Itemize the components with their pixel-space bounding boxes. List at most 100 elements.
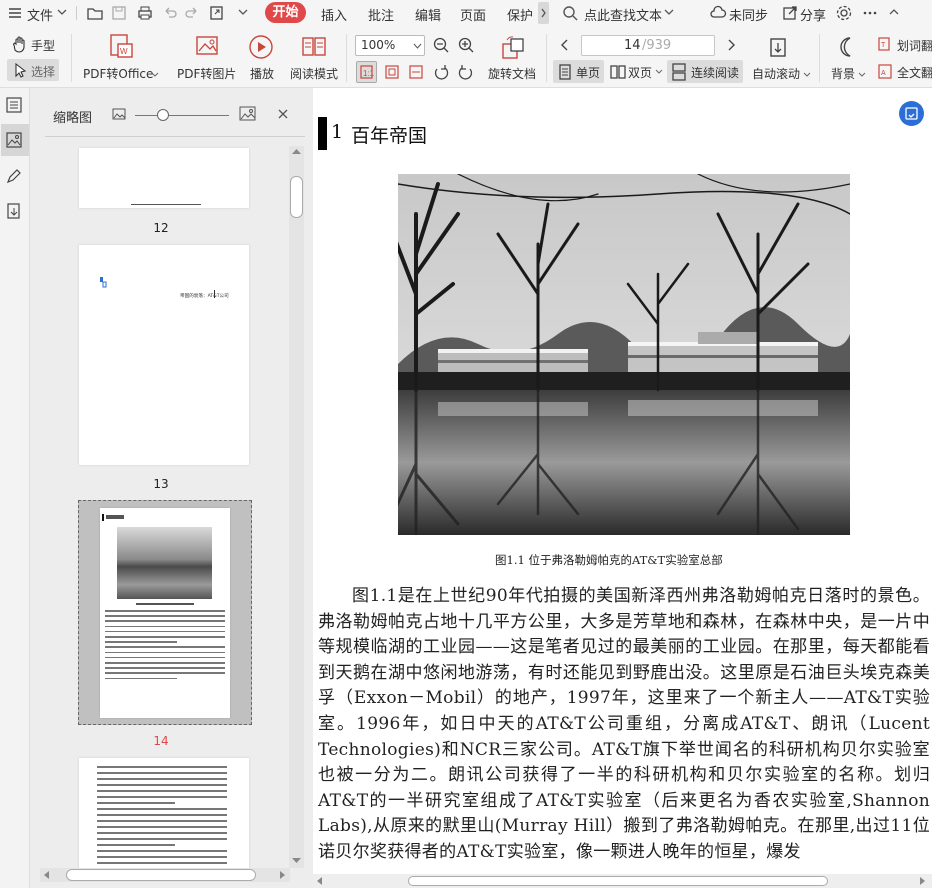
more-tabs-button[interactable] (538, 2, 549, 24)
open-folder-icon[interactable] (86, 4, 104, 22)
large-image-icon[interactable] (239, 106, 256, 122)
chevron-down-icon[interactable] (237, 6, 249, 18)
scrollbar-thumb[interactable] (408, 876, 828, 886)
continuous-reading-button[interactable]: 连续阅读 (667, 60, 743, 83)
outline-icon[interactable] (5, 96, 23, 114)
translate-full-icon[interactable]: A (877, 63, 895, 81)
single-page-button[interactable]: 单页 (553, 60, 604, 83)
undo-icon[interactable] (161, 4, 179, 22)
auto-scroll-button[interactable]: 自动滚动 (752, 65, 800, 82)
sync-status[interactable]: 未同步 (729, 5, 768, 24)
page-thumbnail-12[interactable] (79, 148, 249, 208)
translate-word-button[interactable]: 划词翻 (897, 37, 932, 54)
chevron-down-icon[interactable] (803, 72, 811, 78)
double-page-icon[interactable] (609, 63, 627, 81)
small-image-icon[interactable] (112, 107, 126, 121)
moon-icon[interactable] (834, 34, 860, 60)
scroll-right-arrow-icon[interactable] (280, 871, 286, 879)
translate-full-button[interactable]: 全文翻 (897, 64, 932, 81)
select-tool-button[interactable]: 选择 (7, 59, 59, 81)
tab-protect[interactable]: 保护 (507, 5, 533, 24)
document-view[interactable]: 1 百年帝国 图1.1 位于弗洛勒姆帕克的AT&T实验室总部 图1.1是在上世纪… (313, 88, 932, 888)
rotate-right-icon[interactable] (457, 63, 475, 81)
double-page-button[interactable]: 双页 (628, 64, 652, 81)
page-thumbnail-15[interactable] (79, 758, 249, 873)
share-button[interactable]: 分享 (800, 5, 826, 24)
scroll-left-arrow-icon[interactable] (43, 871, 49, 879)
scroll-down-arrow-icon[interactable] (292, 858, 301, 864)
tab-page[interactable]: 页面 (460, 5, 486, 24)
file-menu[interactable]: 文件 (27, 5, 53, 24)
floating-tool-button[interactable] (899, 101, 924, 126)
scrollbar-thumb[interactable] (66, 869, 256, 881)
extract-page-icon[interactable] (5, 202, 23, 220)
scrollbar-thumb[interactable] (290, 176, 303, 218)
chevron-right-icon (541, 8, 546, 18)
save-icon[interactable] (110, 4, 128, 22)
rotate-document-button[interactable]: 旋转文档 (488, 65, 536, 82)
thumbnail-panel-toggle[interactable] (1, 124, 29, 156)
translate-word-icon[interactable]: T (877, 36, 895, 54)
tab-edit[interactable]: 编辑 (415, 5, 441, 24)
rotate-document-icon[interactable] (499, 34, 527, 62)
print-icon[interactable] (136, 4, 154, 22)
auto-scroll-icon[interactable] (765, 34, 791, 60)
pdf-to-office-button[interactable]: PDF转Office (83, 65, 153, 82)
read-mode-button[interactable]: 阅读模式 (290, 65, 338, 82)
scroll-up-arrow-icon[interactable] (292, 148, 301, 154)
search-text-button[interactable]: 点此查找文本 (584, 5, 662, 24)
scroll-right-arrow-icon[interactable] (920, 877, 926, 885)
search-icon[interactable] (561, 4, 579, 22)
scroll-left-arrow-icon[interactable] (316, 877, 322, 885)
play-icon[interactable] (248, 34, 274, 60)
settings-icon[interactable] (835, 4, 853, 22)
fit-width-icon[interactable] (407, 63, 425, 81)
read-mode-icon[interactable] (300, 34, 328, 60)
previous-page-icon[interactable] (556, 36, 574, 54)
zoom-in-icon[interactable] (457, 36, 475, 54)
chevron-down-icon[interactable] (56, 6, 68, 18)
cloud-sync-icon[interactable] (709, 4, 727, 22)
zoom-level-select[interactable]: 100% (355, 35, 425, 56)
hand-tool-icon[interactable] (11, 35, 29, 53)
pdf-to-image-icon[interactable] (193, 32, 221, 60)
document-horizontal-scrollbar[interactable] (313, 874, 932, 888)
redo-icon[interactable] (183, 4, 201, 22)
next-page-icon[interactable] (722, 36, 740, 54)
rotate-left-icon[interactable] (432, 63, 450, 81)
page-thumbnail-13[interactable]: 帝国的衰落：AT&T公司 (79, 245, 249, 465)
thumbnail-vertical-scrollbar[interactable] (289, 146, 304, 868)
background-button[interactable]: 背景 (831, 65, 855, 82)
pdf-to-image-button[interactable]: PDF转图片 (177, 65, 236, 82)
fit-page-icon[interactable] (383, 63, 401, 81)
export-icon[interactable] (208, 4, 226, 22)
chevron-down-icon[interactable] (858, 72, 866, 78)
page-thumbnail-14-selected[interactable] (78, 500, 252, 725)
tab-annotate[interactable]: 批注 (368, 5, 394, 24)
annotation-icon[interactable] (5, 168, 23, 186)
tab-insert[interactable]: 插入 (321, 5, 347, 24)
close-icon[interactable] (277, 108, 289, 120)
thumbnail-zoom-slider-handle[interactable] (157, 109, 170, 121)
chevron-down-icon[interactable] (413, 43, 422, 50)
chevron-down-icon[interactable] (663, 6, 675, 18)
pdf-to-office-icon[interactable]: W (107, 32, 135, 60)
actual-size-button[interactable]: 1:1 (356, 61, 377, 83)
play-button[interactable]: 播放 (250, 65, 274, 82)
page-number-input[interactable]: 14 /939 (581, 35, 715, 56)
zoom-out-icon[interactable] (432, 36, 450, 54)
thumbnail-text-line (105, 677, 177, 680)
thumbnail-text-line (105, 651, 225, 654)
chevron-up-icon[interactable] (888, 6, 900, 18)
share-icon[interactable] (781, 4, 799, 22)
chevron-down-icon[interactable] (151, 72, 159, 78)
chevron-down-icon[interactable] (655, 69, 663, 75)
thumbnail-zoom-slider[interactable] (135, 115, 229, 116)
hand-tool-button[interactable]: 手型 (31, 37, 55, 54)
hamburger-menu-icon[interactable] (6, 4, 24, 22)
thumbnail-horizontal-scrollbar[interactable] (40, 868, 290, 882)
actual-size-icon: 1:1 (360, 65, 375, 79)
divider (71, 34, 72, 82)
more-icon[interactable] (861, 4, 879, 22)
tab-start[interactable]: 开始 (265, 2, 306, 23)
